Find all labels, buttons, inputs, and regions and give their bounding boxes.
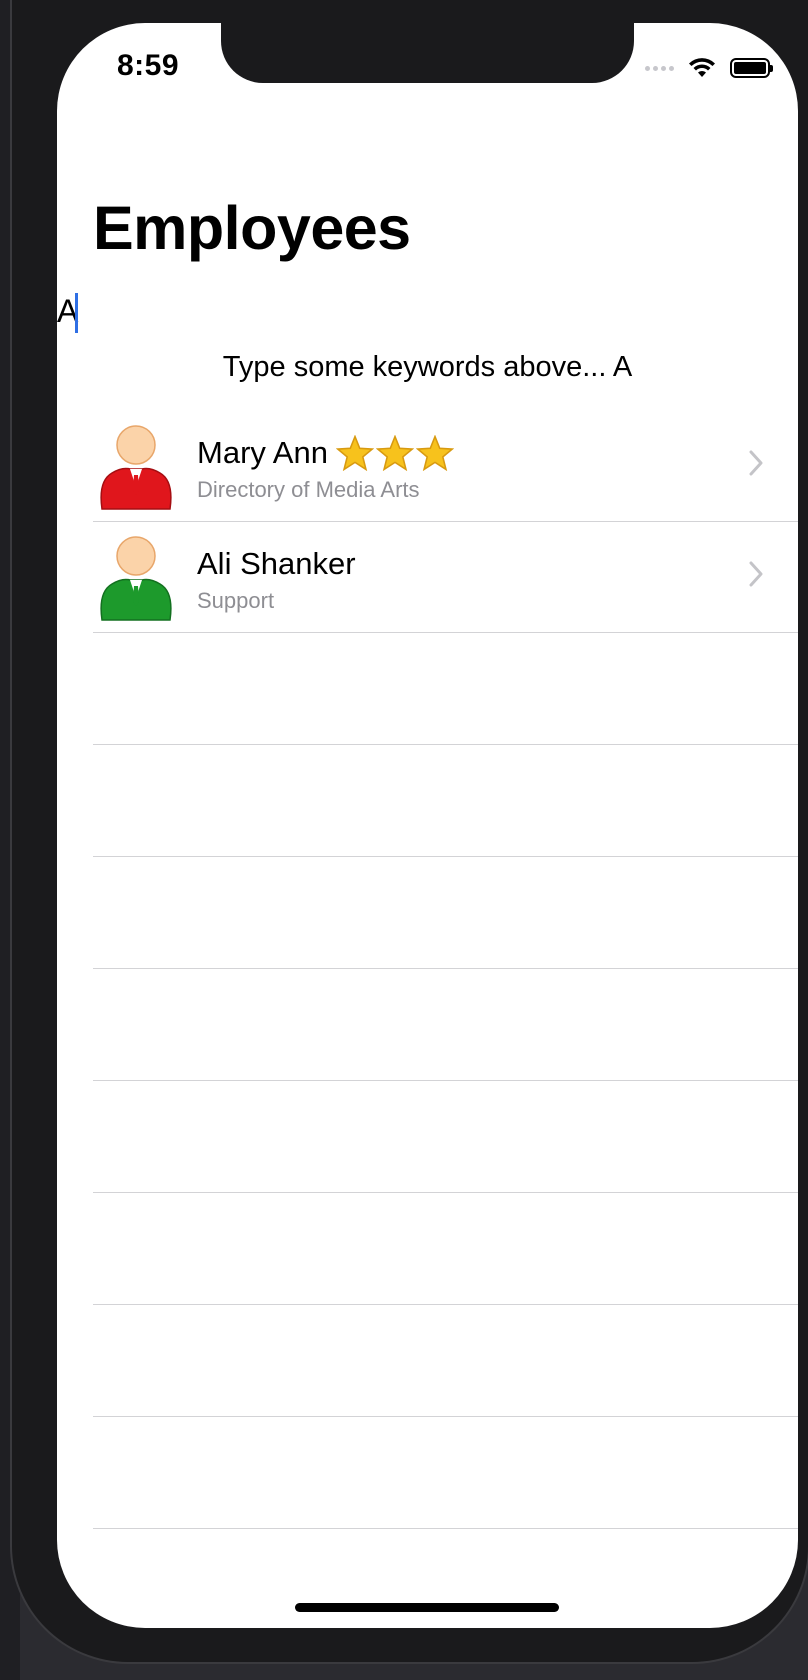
avatar-icon: [100, 536, 172, 621]
avatar-icon: [100, 425, 172, 510]
empty-table-row: [57, 857, 798, 969]
empty-table-row: [57, 1081, 798, 1193]
status-time: 8:59: [117, 49, 180, 82]
star-icon: [415, 435, 454, 471]
device-frame: 8:59 Employees Type some keywords above.…: [10, 0, 808, 1664]
page-title: Employees: [93, 194, 411, 262]
employee-name: Ali Shanker: [197, 546, 356, 581]
star-icon: [375, 435, 414, 471]
wifi-icon: [689, 58, 715, 77]
star-icon: [335, 435, 374, 471]
employee-row[interactable]: Ali Shanker Support: [57, 522, 798, 633]
employee-name: Mary Ann: [197, 435, 328, 470]
empty-table-row: [57, 1417, 798, 1529]
empty-table-row: [57, 1305, 798, 1417]
search-hint: Type some keywords above... A: [222, 351, 633, 383]
employee-row[interactable]: Mary Ann Directory of Media Arts: [57, 411, 798, 522]
employee-name-line: Ali Shanker: [197, 546, 356, 582]
employee-department: Support: [197, 588, 275, 613]
empty-table-row: [57, 745, 798, 857]
device-notch: [221, 23, 634, 83]
employee-name-line: Mary Ann: [197, 435, 454, 471]
app-screen: 8:59 Employees Type some keywords above.…: [57, 23, 798, 1628]
rating-stars: [335, 435, 454, 471]
empty-table-row: [57, 1529, 798, 1628]
empty-table-row: [57, 633, 798, 745]
chevron-right-icon: [749, 561, 763, 587]
text-caret: [75, 293, 78, 333]
empty-table-row: [57, 1193, 798, 1305]
cellular-signal-icon: [645, 65, 674, 71]
search-input[interactable]: [57, 289, 757, 333]
empty-table-row: [57, 969, 798, 1081]
status-icons: [645, 57, 773, 79]
employee-list: Mary Ann Directory of Media Arts Ali Sha…: [57, 411, 798, 1628]
battery-icon: [730, 58, 773, 78]
employee-department: Directory of Media Arts: [197, 477, 420, 502]
chevron-right-icon: [749, 450, 763, 476]
home-indicator[interactable]: [295, 1603, 559, 1612]
